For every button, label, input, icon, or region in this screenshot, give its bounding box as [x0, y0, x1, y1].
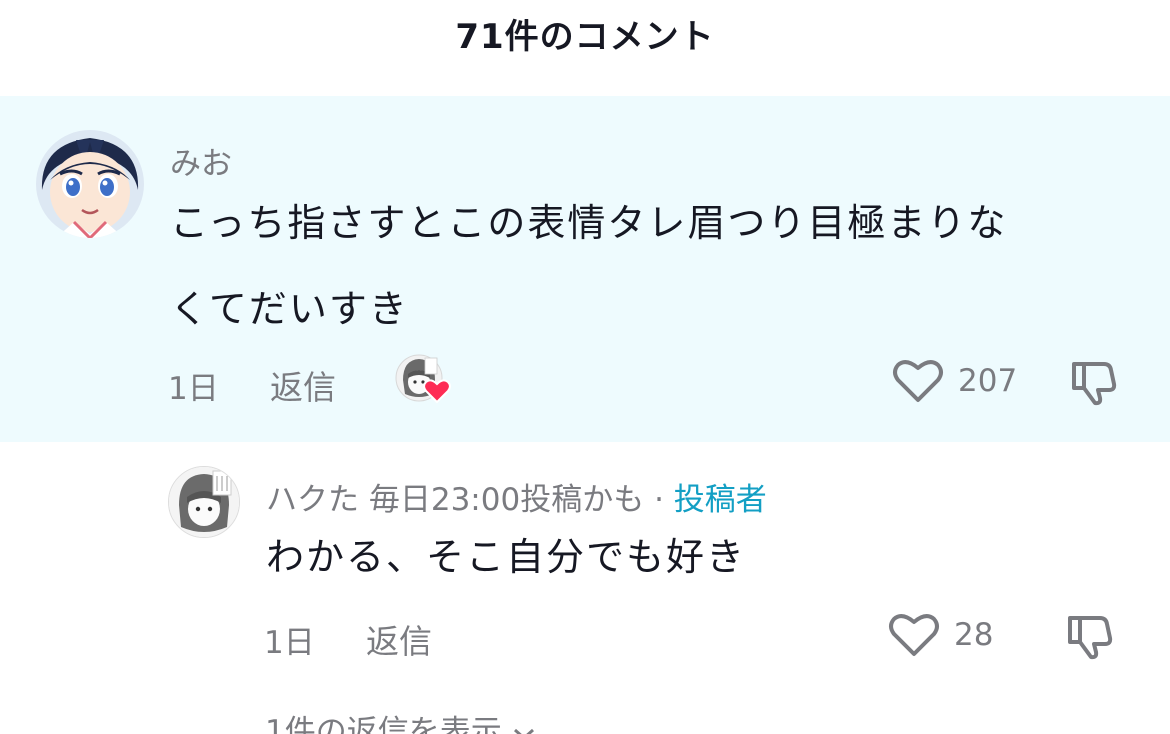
comment-time: 1日 [168, 371, 219, 407]
comment-item: みお こっち指さすとこの表情タレ眉つり目極まりな くてだいすき 1日 返信 20… [0, 96, 1170, 442]
thumbs-down-icon [1072, 362, 1117, 406]
dislike-button[interactable] [1066, 612, 1120, 664]
reply-username[interactable]: ハクた 毎日23:00投稿かも [266, 482, 644, 518]
author-badge: 投稿者 [673, 482, 767, 518]
comment-text: こっち指さすとこの表情タレ眉つり目極まりな くてだいすき [170, 180, 1007, 352]
comment-text-line: こっち指さすとこの表情タレ眉つり目極まりな [170, 201, 1008, 245]
like-button[interactable]: 28 [888, 612, 993, 658]
reply-text: わかる、そこ自分でも好き [266, 535, 747, 579]
avatar[interactable] [36, 130, 144, 238]
view-replies-button[interactable]: 1件の返信を表示 [265, 706, 536, 734]
like-count: 28 [954, 617, 994, 653]
like-button[interactable]: 207 [892, 358, 1017, 404]
comment-text-line: くてだいすき [170, 287, 409, 331]
like-count: 207 [958, 363, 1018, 399]
comment-username[interactable]: みお [170, 138, 232, 183]
creator-liked-indicator [395, 354, 455, 414]
reply-time: 1日 [264, 625, 315, 661]
comments-panel: 71件のコメント みお こっち指さすとこの表情タレ眉つり目極まりな くてだいすき… [0, 0, 1170, 734]
comments-header: 71件のコメント [0, 0, 1170, 66]
thumbs-down-icon [1068, 616, 1113, 660]
view-replies-label: 1件の返信を表示 [265, 714, 502, 734]
reply-username-row: ハクた 毎日23:00投稿かも · 投稿者 [266, 474, 767, 519]
reply-avatar[interactable] [168, 466, 240, 538]
chevron-down-icon [513, 728, 534, 734]
reply-button[interactable]: 返信 [366, 615, 432, 663]
heart-outline-icon [893, 360, 943, 402]
dislike-button[interactable] [1070, 358, 1124, 410]
heart-outline-icon [889, 614, 939, 656]
reply-button[interactable]: 返信 [270, 361, 336, 409]
comment-count-title: 71件のコメント [455, 16, 715, 57]
separator-dot: · [654, 482, 664, 518]
heart-icon [423, 379, 451, 404]
